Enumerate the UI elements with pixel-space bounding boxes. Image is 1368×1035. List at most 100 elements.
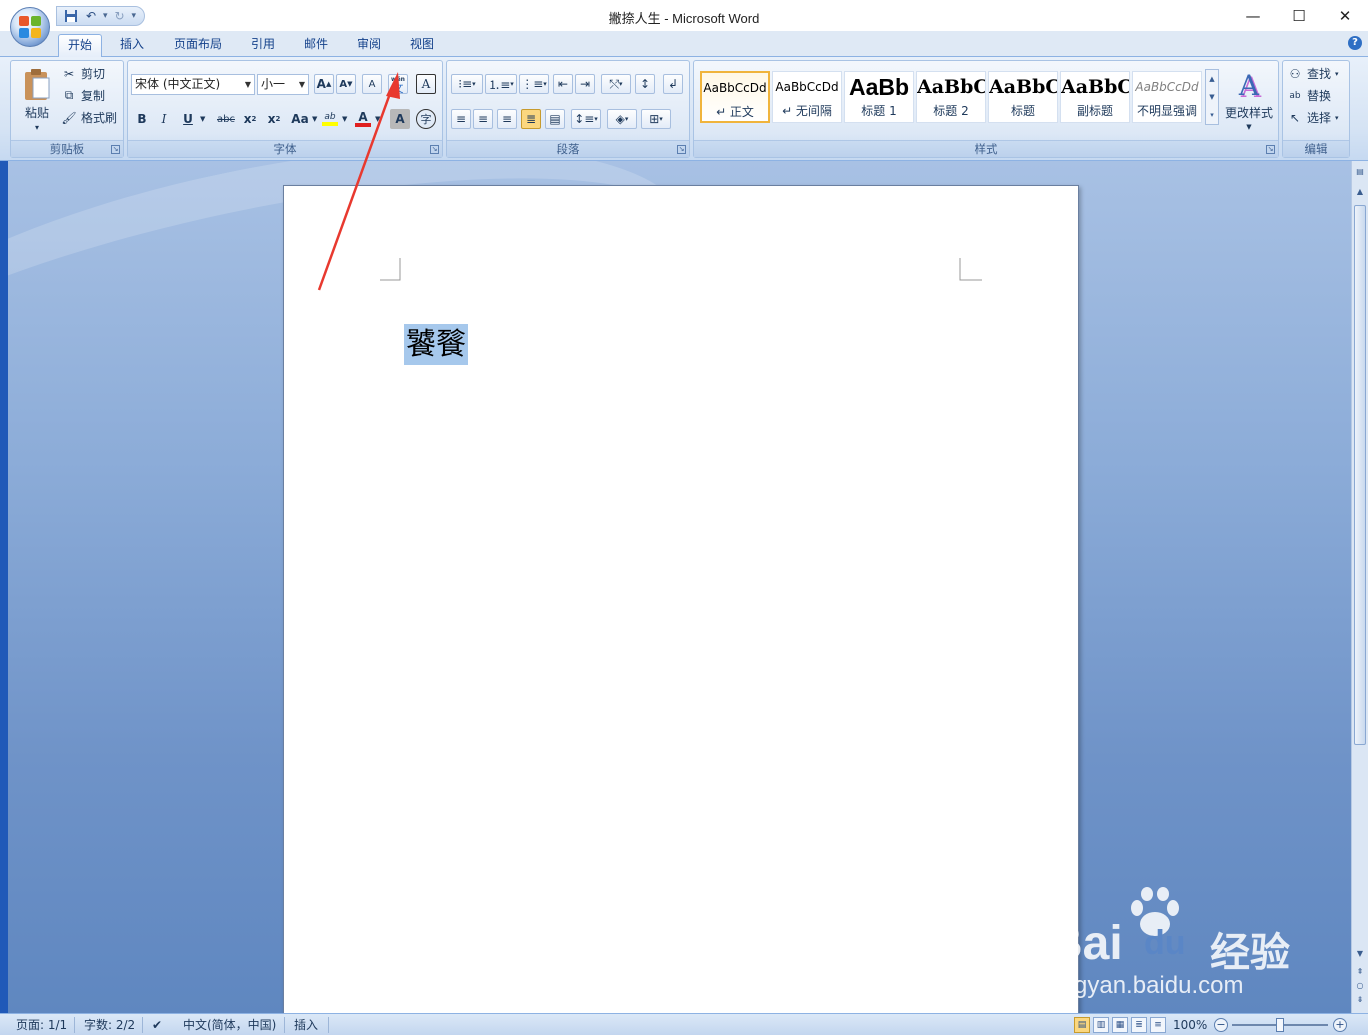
zoom-in-icon[interactable]: +	[1333, 1018, 1347, 1032]
selected-text[interactable]: 饕餮	[404, 324, 468, 365]
justify-button[interactable]: ≣	[521, 109, 541, 129]
style-heading-1[interactable]: AaBb 标题 1	[844, 71, 914, 123]
select-button[interactable]: ↖ 选择 ▾	[1287, 109, 1339, 126]
font-color-button[interactable]: A	[353, 109, 373, 129]
distributed-button[interactable]: ▤	[545, 109, 565, 129]
office-button[interactable]	[10, 7, 50, 47]
vertical-scrollbar[interactable]: ▤ ▲ ▼ ⇞ ○ ⇟	[1351, 161, 1368, 1013]
chevron-up-icon[interactable]: ▲	[1206, 70, 1218, 88]
change-styles-button[interactable]: A 更改样式 ▼	[1222, 65, 1276, 135]
scroll-down-icon[interactable]: ▼	[1353, 947, 1367, 961]
close-button[interactable]: ✕	[1322, 0, 1368, 31]
paragraph-launcher-icon[interactable]: ↘	[677, 145, 686, 154]
copy-button[interactable]: ⧉ 复制	[61, 87, 105, 104]
grow-font-button[interactable]: A ▲	[314, 74, 334, 94]
style-no-spacing[interactable]: AaBbCcDd ↵ 无间隔	[772, 71, 842, 123]
sort-button[interactable]: ↕	[635, 74, 655, 94]
tab-page-layout[interactable]: 页面布局	[164, 34, 232, 57]
numbering-button[interactable]: ⒈≡ ▾	[485, 74, 517, 94]
styles-gallery-scroll[interactable]: ▲ ▼ ▾	[1205, 69, 1219, 125]
minimize-button[interactable]: —	[1230, 0, 1276, 31]
style-heading-2[interactable]: AaBbC 标题 2	[916, 71, 986, 123]
format-painter-button[interactable]: 🖌 格式刷	[61, 109, 117, 126]
insert-mode[interactable]: 插入	[294, 1014, 318, 1035]
tab-mailings[interactable]: 邮件	[294, 34, 338, 57]
previous-page-icon[interactable]: ⇞	[1353, 965, 1367, 979]
maximize-button[interactable]: ☐	[1276, 0, 1322, 31]
styles-launcher-icon[interactable]: ↘	[1266, 145, 1275, 154]
italic-button[interactable]: I	[154, 109, 174, 129]
tab-references[interactable]: 引用	[241, 34, 285, 57]
decrease-indent-icon: ⇤	[557, 77, 569, 91]
align-left-button[interactable]: ≡	[451, 109, 471, 129]
proofing-icon[interactable]: ✔	[152, 1014, 162, 1035]
change-case-dropdown-icon[interactable]: ▼	[312, 115, 317, 123]
word-count[interactable]: 字数: 2/2	[84, 1014, 135, 1035]
tab-home[interactable]: 开始	[58, 34, 102, 58]
change-case-button[interactable]: Aa	[288, 109, 312, 129]
line-spacing-button[interactable]: ↕≡ ▾	[571, 109, 601, 129]
font-size-combo[interactable]: 小一 ▼	[257, 74, 309, 95]
decrease-indent-button[interactable]: ⇤	[553, 74, 573, 94]
language-indicator[interactable]: 中文(简体，中国)	[183, 1014, 276, 1035]
align-center-button[interactable]: ≡	[473, 109, 493, 129]
increase-indent-button[interactable]: ⇥	[575, 74, 595, 94]
zoom-level[interactable]: 100%	[1173, 1014, 1207, 1035]
document-page[interactable]: 饕餮	[283, 185, 1079, 1013]
character-shading-button[interactable]: A	[390, 109, 410, 129]
align-right-button[interactable]: ≡	[497, 109, 517, 129]
strikethrough-button[interactable]: abc	[214, 109, 238, 129]
style-title[interactable]: AaBbC 标题	[988, 71, 1058, 123]
paste-button[interactable]: 粘贴 ▾	[15, 65, 59, 135]
borders-button[interactable]: ⊞ ▾	[641, 109, 671, 129]
cut-button[interactable]: ✂ 剪切	[61, 65, 105, 82]
shading-button[interactable]: ◈ ▾	[607, 109, 637, 129]
bullets-button[interactable]: ⁝≡ ▾	[451, 74, 483, 94]
character-border-button[interactable]: A	[416, 74, 436, 94]
select-browse-object-icon[interactable]: ○	[1353, 979, 1367, 993]
style-normal[interactable]: AaBbCcDd ↵ 正文	[700, 71, 770, 123]
chinese-layout-button[interactable]: ⤲ ▾	[601, 74, 631, 94]
full-screen-reading-button[interactable]: ▥	[1093, 1017, 1109, 1033]
highlight-button[interactable]: ab	[320, 109, 340, 129]
underline-button[interactable]: U	[178, 109, 198, 129]
clear-formatting-button[interactable]: A	[362, 74, 382, 94]
shrink-font-button[interactable]: A ▼	[336, 74, 356, 94]
draft-view-button[interactable]: ≡	[1150, 1017, 1166, 1033]
superscript-button[interactable]: x2	[264, 109, 284, 129]
highlight-dropdown-icon[interactable]: ▼	[342, 115, 347, 123]
web-layout-button[interactable]: ▦	[1112, 1017, 1128, 1033]
show-marks-button[interactable]: ↲	[663, 74, 683, 94]
font-color-dropdown-icon[interactable]: ▼	[375, 115, 380, 123]
underline-dropdown-icon[interactable]: ▼	[200, 115, 205, 123]
enclose-characters-button[interactable]: 字	[416, 109, 436, 129]
zoom-slider-thumb[interactable]	[1276, 1018, 1284, 1032]
bold-button[interactable]: B	[132, 109, 152, 129]
chinese-layout-icon: ⤲	[609, 76, 620, 91]
ruler-toggle-icon[interactable]: ▤	[1353, 165, 1367, 179]
print-layout-view-button[interactable]: ▤	[1074, 1017, 1090, 1033]
replace-button[interactable]: ab 替换	[1287, 87, 1331, 104]
subscript-button[interactable]: x2	[240, 109, 260, 129]
tab-review[interactable]: 审阅	[347, 34, 391, 57]
scroll-thumb[interactable]	[1354, 205, 1366, 745]
tab-view[interactable]: 视图	[400, 34, 444, 57]
font-launcher-icon[interactable]: ↘	[430, 145, 439, 154]
scroll-up-icon[interactable]: ▲	[1353, 185, 1367, 199]
zoom-out-icon[interactable]: −	[1214, 1018, 1228, 1032]
help-icon[interactable]: ?	[1348, 36, 1362, 50]
find-button[interactable]: ⚇ 查找 ▾	[1287, 65, 1339, 82]
style-subtitle[interactable]: AaBbC 副标题	[1060, 71, 1130, 123]
font-name-combo[interactable]: 宋体 (中文正文) ▼	[131, 74, 255, 95]
chevron-down-icon[interactable]: ▼	[1206, 88, 1218, 106]
multilevel-list-button[interactable]: ⋮≡ ▾	[519, 74, 549, 94]
chevron-down-icon: ▼	[298, 80, 305, 89]
gallery-more-icon[interactable]: ▾	[1206, 106, 1218, 124]
outline-view-button[interactable]: ≣	[1131, 1017, 1147, 1033]
clipboard-launcher-icon[interactable]: ↘	[111, 145, 120, 154]
phonetic-guide-button[interactable]: wén 文	[388, 74, 408, 94]
next-page-icon[interactable]: ⇟	[1353, 993, 1367, 1007]
tab-insert[interactable]: 插入	[110, 34, 154, 57]
style-subtle-emphasis[interactable]: AaBbCcDd 不明显强调	[1132, 71, 1202, 123]
page-count[interactable]: 页面: 1/1	[16, 1014, 67, 1035]
